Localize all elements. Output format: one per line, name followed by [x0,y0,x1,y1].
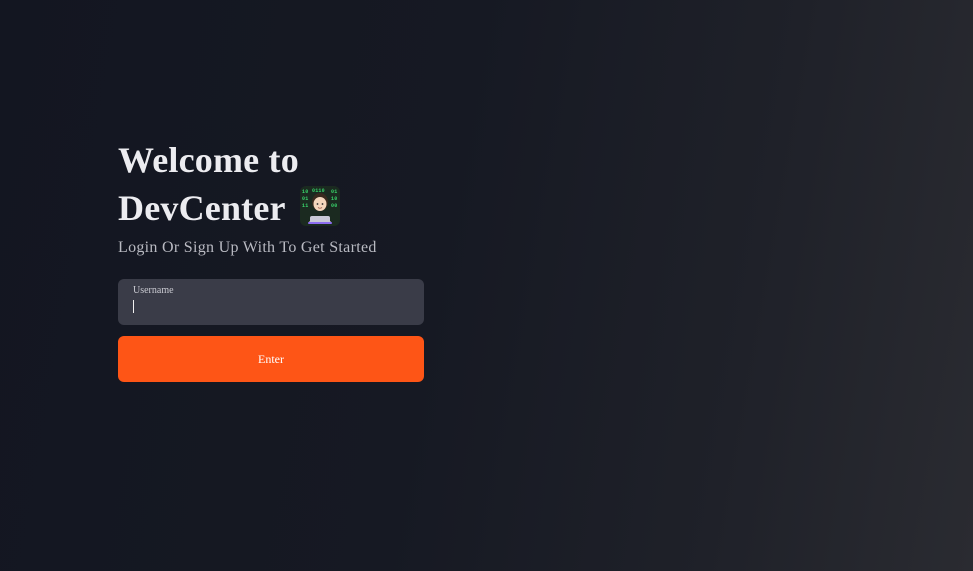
svg-text:0110: 0110 [312,188,325,194]
title-line-2: DevCenter [118,188,286,228]
page-title: Welcome to DevCenter 10 01 01 10 11 00 0… [118,136,424,232]
username-input[interactable] [133,299,409,317]
text-caret [133,300,134,313]
svg-text:10: 10 [302,189,308,195]
svg-text:01: 01 [331,189,337,195]
title-line-1: Welcome to [118,140,299,180]
enter-button[interactable]: Enter [118,336,424,382]
svg-text:00: 00 [331,203,337,209]
username-field[interactable]: Username [118,279,424,325]
svg-text:11: 11 [302,203,308,209]
svg-text:01: 01 [302,196,308,202]
svg-text:10: 10 [331,196,337,202]
login-panel: Welcome to DevCenter 10 01 01 10 11 00 0… [118,136,424,382]
technologist-emoji-icon: 10 01 01 10 11 00 0110 [300,186,341,226]
page-subtitle: Login Or Sign Up With To Get Started [118,239,377,256]
username-label: Username [133,285,174,296]
